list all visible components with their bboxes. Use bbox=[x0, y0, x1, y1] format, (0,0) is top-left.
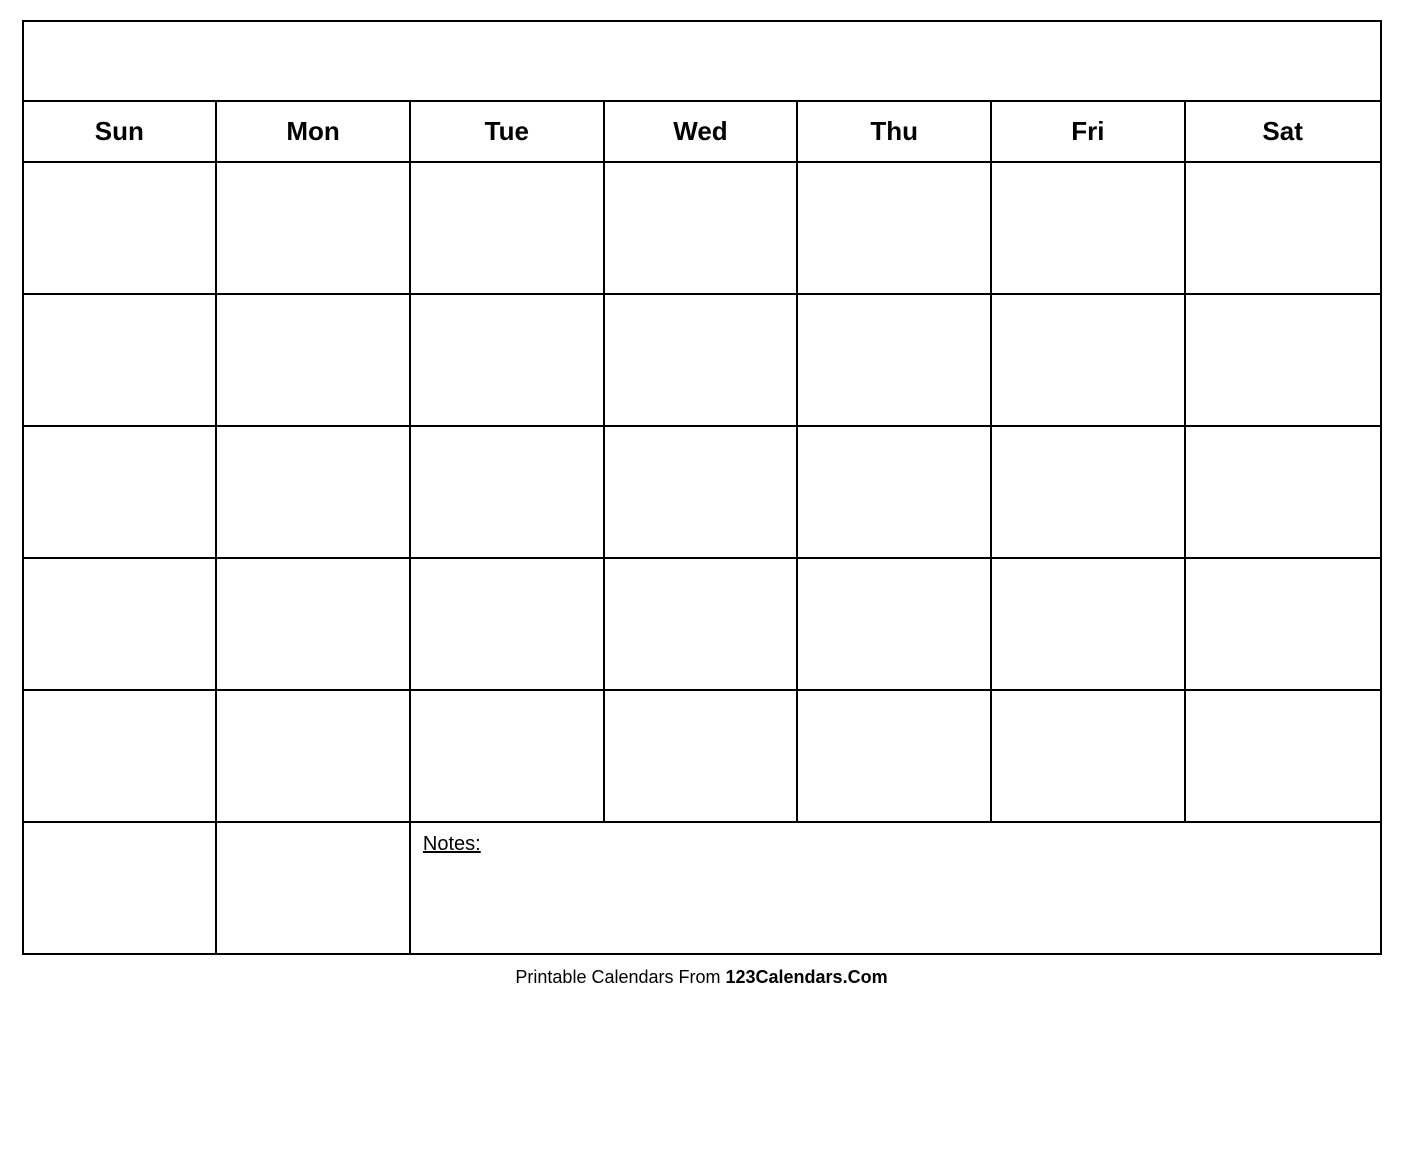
cell-r3-mon bbox=[217, 427, 411, 557]
cell-r4-mon bbox=[217, 559, 411, 689]
page-wrapper: Sun Mon Tue Wed Thu Fri Sat bbox=[22, 20, 1382, 992]
cell-r3-sun bbox=[24, 427, 218, 557]
cell-r4-fri bbox=[992, 559, 1186, 689]
cell-r5-sun bbox=[24, 691, 218, 821]
cell-r5-tue bbox=[411, 691, 605, 821]
footer-text-plain: Printable Calendars From bbox=[515, 967, 725, 987]
cell-r1-tue bbox=[411, 163, 605, 293]
header-mon: Mon bbox=[217, 102, 411, 161]
calendar-body: Notes: bbox=[24, 163, 1380, 953]
footer: Printable Calendars From 123Calendars.Co… bbox=[22, 955, 1382, 992]
header-tue: Tue bbox=[411, 102, 605, 161]
header-fri: Fri bbox=[992, 102, 1186, 161]
header-thu: Thu bbox=[798, 102, 992, 161]
cell-r3-fri bbox=[992, 427, 1186, 557]
cell-r5-sat bbox=[1186, 691, 1380, 821]
cell-r1-wed bbox=[605, 163, 799, 293]
cell-r4-sat bbox=[1186, 559, 1380, 689]
cell-r2-sun bbox=[24, 295, 218, 425]
cell-r1-sun bbox=[24, 163, 218, 293]
calendar-row-2 bbox=[24, 295, 1380, 427]
cell-r1-mon bbox=[217, 163, 411, 293]
cell-r1-fri bbox=[992, 163, 1186, 293]
cell-r2-fri bbox=[992, 295, 1186, 425]
notes-empty-1 bbox=[24, 823, 218, 953]
cell-r5-thu bbox=[798, 691, 992, 821]
cell-r3-tue bbox=[411, 427, 605, 557]
cell-r5-mon bbox=[217, 691, 411, 821]
cell-r3-thu bbox=[798, 427, 992, 557]
cell-r4-sun bbox=[24, 559, 218, 689]
calendar-row-3 bbox=[24, 427, 1380, 559]
notes-row: Notes: bbox=[24, 823, 1380, 953]
calendar-container: Sun Mon Tue Wed Thu Fri Sat bbox=[22, 20, 1382, 955]
notes-empty-2 bbox=[217, 823, 411, 953]
notes-content: Notes: bbox=[411, 823, 1380, 953]
cell-r1-sat bbox=[1186, 163, 1380, 293]
cell-r2-thu bbox=[798, 295, 992, 425]
calendar-header: Sun Mon Tue Wed Thu Fri Sat bbox=[24, 102, 1380, 163]
cell-r2-mon bbox=[217, 295, 411, 425]
cell-r2-tue bbox=[411, 295, 605, 425]
calendar-row-5 bbox=[24, 691, 1380, 823]
cell-r1-thu bbox=[798, 163, 992, 293]
cell-r2-wed bbox=[605, 295, 799, 425]
calendar-row-4 bbox=[24, 559, 1380, 691]
calendar-row-1 bbox=[24, 163, 1380, 295]
cell-r4-wed bbox=[605, 559, 799, 689]
header-sat: Sat bbox=[1186, 102, 1380, 161]
cell-r3-sat bbox=[1186, 427, 1380, 557]
header-wed: Wed bbox=[605, 102, 799, 161]
header-sun: Sun bbox=[24, 102, 218, 161]
cell-r2-sat bbox=[1186, 295, 1380, 425]
cell-r4-tue bbox=[411, 559, 605, 689]
cell-r3-wed bbox=[605, 427, 799, 557]
footer-text-bold: 123Calendars.Com bbox=[726, 967, 888, 987]
notes-label: Notes: bbox=[423, 833, 481, 855]
cell-r5-wed bbox=[605, 691, 799, 821]
cell-r5-fri bbox=[992, 691, 1186, 821]
cell-r4-thu bbox=[798, 559, 992, 689]
calendar-title-row bbox=[24, 22, 1380, 102]
